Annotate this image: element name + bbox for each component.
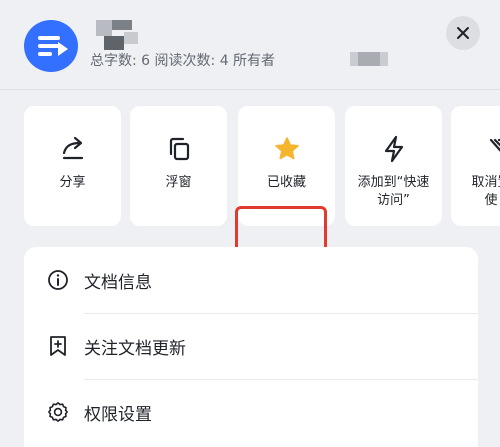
add-to-quick-access-label: 添加到“快速 访问” (358, 174, 430, 210)
info-icon (46, 268, 70, 292)
bookmark-plus-icon (46, 334, 70, 358)
action-tiles: 分享 浮窗 已收藏 添加到“快速 访问” 取消 使 (0, 106, 500, 323)
share-button[interactable]: 分享 (24, 106, 121, 226)
add-to-quick-access-button[interactable]: 添加到“快速 访问” (345, 106, 442, 226)
options-menu: 文档信息 关注文档更新 权限设置 (24, 247, 478, 447)
menu-item-permission-settings[interactable]: 权限设置 (24, 379, 478, 445)
gear-icon (46, 400, 70, 424)
unpin-label-line2: 使 (484, 193, 498, 208)
menu-item-label: 文档信息 (84, 272, 152, 293)
close-button[interactable] (446, 16, 480, 50)
unpin-label-line1: 取消置 (471, 175, 500, 190)
unpin-icon (483, 132, 500, 166)
star-icon (270, 132, 304, 166)
share-label: 分享 (59, 175, 86, 190)
unpin-button[interactable]: 取消置 使 (451, 106, 500, 226)
favorited-button[interactable]: 已收藏 (238, 106, 335, 226)
menu-item-label: 权限设置 (84, 404, 152, 425)
menu-item-label: 关注文档更新 (84, 338, 186, 359)
add-to-quick-access-label-line1: 添加到“快速 (357, 175, 430, 190)
floating-window-icon (162, 132, 196, 166)
favorited-label: 已收藏 (266, 175, 306, 190)
add-to-quick-access-label-line2: 访问” (377, 193, 410, 208)
close-icon (457, 27, 469, 39)
lightning-icon (377, 132, 411, 166)
document-title-redacted (96, 20, 140, 54)
document-meta: 总字数: 6 阅读次数: 4 所有者 (90, 53, 276, 69)
menu-item-document-info[interactable]: 文档信息 (24, 247, 478, 313)
unpin-label: 取消置 使 (471, 174, 500, 210)
document-icon (24, 20, 78, 72)
share-icon (56, 132, 90, 166)
owner-name-redacted (350, 52, 388, 66)
floating-window-label: 浮窗 (165, 175, 192, 190)
document-header: 总字数: 6 阅读次数: 4 所有者 (0, 0, 500, 90)
more-options-sheet: 总字数: 6 阅读次数: 4 所有者 分享 浮窗 已收藏 添加到“快速 访问” … (0, 0, 500, 447)
floating-window-button[interactable]: 浮窗 (130, 106, 227, 226)
menu-item-follow-updates[interactable]: 关注文档更新 (24, 313, 478, 379)
